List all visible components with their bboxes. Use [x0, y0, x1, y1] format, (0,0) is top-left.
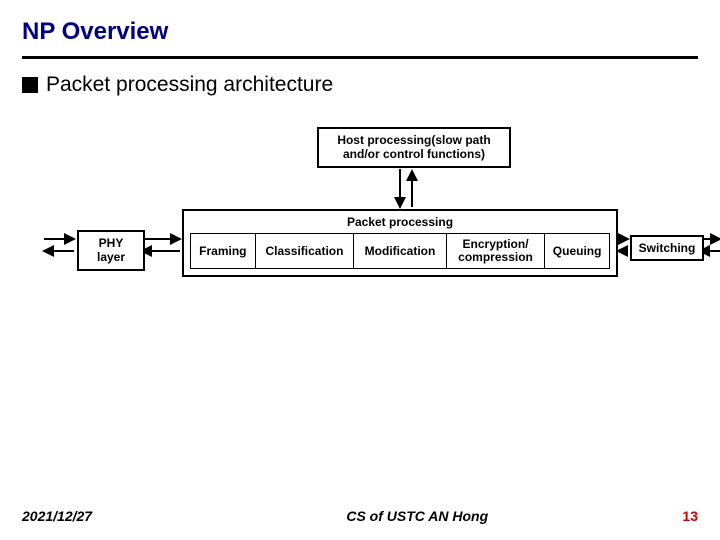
host-line1: Host processing(slow path [325, 133, 503, 147]
packet-processing-box: Packet processing Framing Classification… [182, 209, 618, 277]
stage-modification: Modification [354, 233, 447, 269]
host-processing-box: Host processing(slow path and/or control… [317, 127, 511, 168]
stage-classification: Classification [256, 233, 355, 269]
footer-date: 2021/12/27 [22, 508, 92, 524]
stage-encryption: Encryption/ compression [447, 233, 546, 269]
stage-grid: Framing Classification Modification Encr… [190, 233, 610, 269]
switching-box: Switching [630, 235, 704, 261]
encryption-line2: compression [458, 251, 533, 264]
slide-title: NP Overview [22, 18, 698, 46]
packet-processing-label: Packet processing [190, 215, 610, 229]
title-divider [22, 56, 698, 59]
phy-line2: layer [81, 250, 141, 264]
stage-framing: Framing [190, 233, 256, 269]
footer: 2021/12/27 CS of USTC AN Hong 13 [22, 508, 698, 524]
phy-line1: PHY [81, 236, 141, 250]
subtitle-row: Packet processing architecture [22, 73, 698, 97]
square-bullet-icon [22, 77, 38, 93]
stage-queuing: Queuing [545, 233, 610, 269]
footer-center: CS of USTC AN Hong [92, 508, 682, 524]
diagram-area: Host processing(slow path and/or control… [22, 127, 698, 327]
footer-page-number: 13 [682, 508, 698, 524]
phy-layer-box: PHY layer [77, 230, 145, 271]
subtitle: Packet processing architecture [46, 73, 333, 97]
host-line2: and/or control functions) [325, 147, 503, 161]
